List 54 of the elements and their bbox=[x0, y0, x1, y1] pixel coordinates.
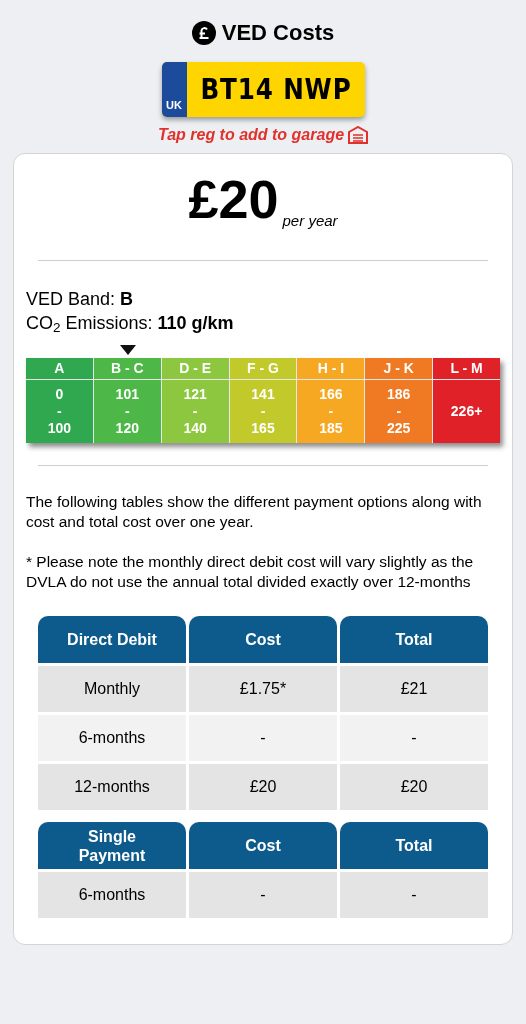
table-cell: £20 bbox=[189, 764, 337, 810]
band-info-text: CO$_{2}$ Emissions: 110 g/km bbox=[26, 312, 235, 335]
price-period: per year bbox=[282, 210, 338, 231]
price-amount: £20 bbox=[188, 172, 279, 226]
band-high: 140 bbox=[183, 420, 207, 437]
band-label: D - E bbox=[161, 358, 229, 380]
band-low: 166 bbox=[319, 386, 343, 403]
table-header-cell: Cost bbox=[189, 822, 337, 869]
garage-icon bbox=[348, 126, 369, 144]
table-cell: - bbox=[340, 715, 488, 761]
table-cell: 12-months bbox=[38, 764, 186, 810]
band-high: 225 bbox=[387, 420, 411, 437]
table-header-cell: Cost bbox=[189, 616, 337, 663]
band-low: 121 bbox=[183, 386, 207, 403]
table-cell: £1.75* bbox=[189, 666, 337, 712]
band-dash: - bbox=[124, 403, 130, 420]
table-cell: - bbox=[189, 715, 337, 761]
band-high: 185 bbox=[319, 420, 343, 437]
band-dash: - bbox=[396, 403, 402, 420]
page-title: VED Costs bbox=[221, 19, 335, 47]
band-value: 226+ bbox=[450, 402, 483, 421]
band-low: 186 bbox=[387, 386, 411, 403]
note-paragraph: * Please note the monthly direct debit cost will vary slightly as the DVLA do not use the annual total divided exactly over 12-months bbox=[26, 552, 475, 592]
band-low: 0 bbox=[55, 386, 64, 403]
table-cell: - bbox=[189, 872, 337, 918]
table-header-cell: Total bbox=[340, 822, 488, 869]
band-label: B - C bbox=[93, 358, 161, 380]
band-dash: - bbox=[328, 403, 334, 420]
table-cell: 6-months bbox=[38, 872, 186, 918]
band-high: 120 bbox=[115, 420, 139, 437]
band-info-text: VED Band: B bbox=[26, 288, 135, 311]
table-cell: £20 bbox=[340, 764, 488, 810]
band-low: 141 bbox=[251, 386, 275, 403]
band-high: 165 bbox=[251, 420, 275, 437]
table-header-cell: Total bbox=[340, 616, 488, 663]
band-dash: - bbox=[57, 403, 62, 420]
band-high: 100 bbox=[47, 420, 72, 437]
band-label: A bbox=[26, 358, 93, 380]
band-label: L - M bbox=[433, 358, 500, 380]
table-cell: 6-months bbox=[38, 715, 186, 761]
garage-hint[interactable]: Tap reg to add to garage bbox=[157, 123, 345, 147]
band-low: 101 bbox=[115, 386, 139, 403]
registration-plate[interactable]: UK BT14 NWP bbox=[161, 62, 365, 117]
table-header-cell: Single Payment bbox=[38, 822, 186, 869]
band-dash: - bbox=[260, 403, 266, 420]
note-paragraph: The following tables show the different payment options along with cost and total cost over one year. bbox=[26, 492, 483, 532]
country-strip: UK bbox=[161, 62, 187, 117]
table-cell: £21 bbox=[340, 666, 488, 712]
registration-text: BT14 NWP bbox=[199, 70, 352, 108]
table-cell: - bbox=[340, 872, 488, 918]
table-cell: Monthly bbox=[38, 666, 186, 712]
band-dash: - bbox=[192, 403, 198, 420]
table-header-cell: Direct Debit bbox=[38, 616, 186, 663]
pound-coin-icon bbox=[191, 20, 216, 45]
